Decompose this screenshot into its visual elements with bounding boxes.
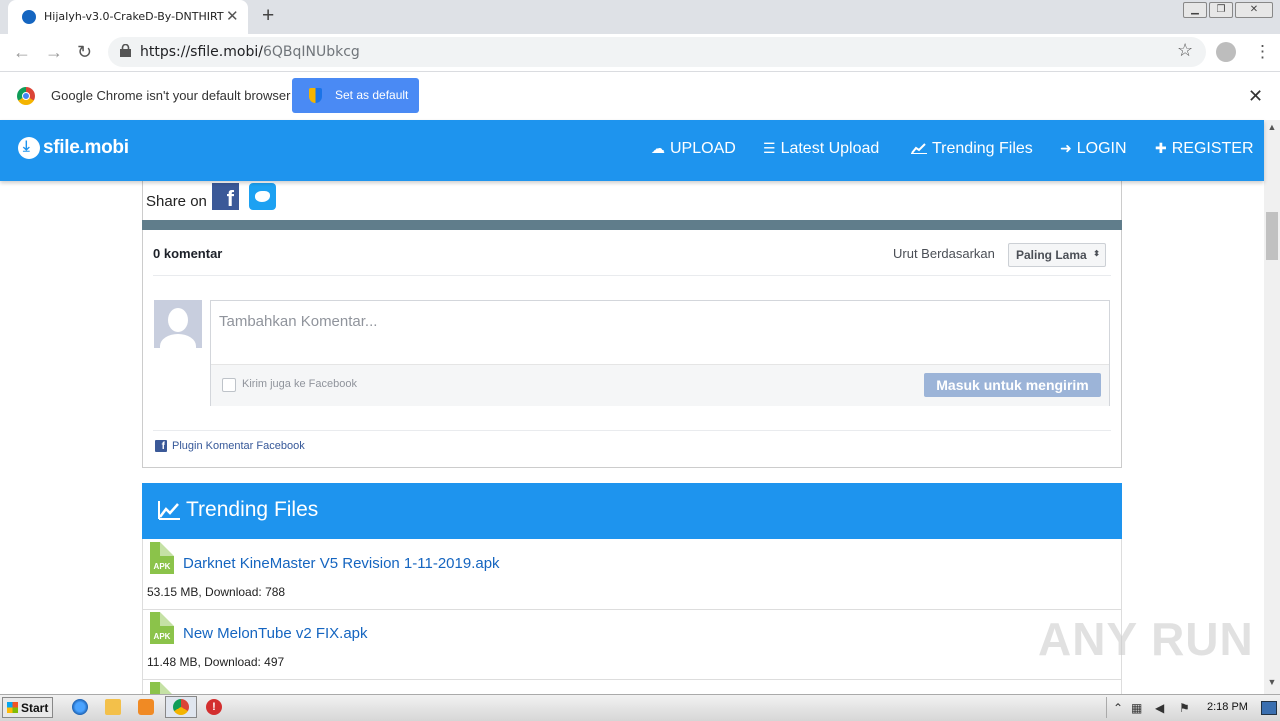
comment-composer-footer: Kirim juga ke Facebook Masuk untuk mengi… — [211, 364, 1109, 406]
browser-tab-strip: HijaIyh-v3.0-CrakeD-By-DNTHIRTEE ✕ + ▁ ❐… — [0, 0, 1280, 34]
list-item: APK Darknet KineMaster V5 Revision 1-11-… — [143, 539, 1121, 610]
new-tab-icon[interactable]: + — [262, 4, 274, 28]
trending-files-title: Trending Files — [186, 498, 319, 521]
facebook-icon: f — [155, 440, 167, 452]
site-logo[interactable]: sfile.mobi — [43, 137, 129, 159]
minimize-window-icon[interactable]: ▁ — [1183, 2, 1207, 18]
list-item: APK New MelonTube v2 FIX.apk 11.48 MB, D… — [143, 609, 1121, 680]
back-icon[interactable]: ← — [13, 42, 31, 63]
system-tray: ⌃ ▦ ◀ ⚑ 2:18 PM — [1106, 697, 1279, 718]
sort-select[interactable]: Paling Lama ⬍ — [1008, 243, 1106, 267]
page-scrollbar[interactable]: ▲ ▼ — [1264, 120, 1280, 694]
tray-expand-icon[interactable]: ⌃ — [1113, 701, 1123, 715]
nav-login[interactable]: ➜ LOGIN — [1060, 140, 1127, 158]
comment-composer: Kirim juga ke Facebook Masuk untuk mengi… — [210, 300, 1110, 406]
chart-line-icon — [158, 501, 180, 520]
windows-taskbar: Start ! ⌃ ▦ ◀ ⚑ 2:18 PM — [0, 694, 1280, 721]
site-header: sfile.mobi ☁UPLOAD ☰Latest Upload Trendi… — [0, 120, 1264, 181]
browser-toolbar: ← → ↻ https://sfile.mobi/6QBqINUbkcg ☆ ⋮ — [0, 34, 1280, 72]
sign-in-icon: ➜ — [1060, 140, 1072, 156]
chart-line-icon — [911, 140, 927, 156]
close-tab-icon[interactable]: ✕ — [226, 7, 239, 25]
volume-icon[interactable]: ◀ — [1155, 701, 1164, 715]
select-arrow-icon: ⬍ — [1093, 249, 1100, 258]
user-plus-icon: ✚ — [1155, 140, 1167, 156]
chrome-taskbar-button[interactable] — [165, 696, 197, 718]
apk-file-icon: APK — [150, 612, 174, 644]
kebab-menu-icon[interactable]: ⋮ — [1254, 42, 1271, 62]
close-infobar-icon[interactable]: ✕ — [1248, 86, 1263, 107]
twitter-share-icon[interactable] — [249, 183, 276, 210]
address-bar[interactable]: https://sfile.mobi/6QBqINUbkcg ☆ — [108, 37, 1206, 67]
scroll-thumb[interactable] — [1266, 212, 1278, 260]
nav-register[interactable]: ✚ REGISTER — [1155, 140, 1254, 158]
post-to-facebook-label: Kirim juga ke Facebook — [242, 378, 357, 390]
divider — [153, 430, 1111, 431]
login-to-post-button[interactable]: Masuk untuk mengirim — [924, 373, 1101, 397]
anyrun-watermark: ANY RUN — [1038, 613, 1254, 665]
post-to-facebook-checkbox[interactable] — [222, 378, 236, 392]
close-window-icon[interactable]: ✕ — [1235, 2, 1273, 18]
share-label: Share on — [146, 193, 207, 210]
network-icon[interactable]: ▦ — [1131, 701, 1142, 715]
comment-count: 0 komentar — [153, 246, 223, 261]
internet-explorer-icon[interactable] — [72, 699, 88, 715]
scroll-up-icon[interactable]: ▲ — [1264, 122, 1280, 132]
profile-avatar-icon[interactable] — [1216, 42, 1236, 62]
chrome-icon — [173, 699, 189, 715]
file-meta: 11.48 MB, Download: 497 — [147, 655, 285, 669]
sort-label: Urut Berdasarkan — [893, 246, 995, 261]
chrome-logo-icon — [17, 87, 35, 105]
divider — [153, 275, 1111, 276]
maximize-window-icon[interactable]: ❐ — [1209, 2, 1233, 18]
default-browser-infobar: Google Chrome isn't your default browser… — [0, 72, 1280, 121]
bookmark-star-icon[interactable]: ☆ — [1177, 40, 1193, 61]
facebook-comments-plugin-link[interactable]: Plugin Komentar Facebook — [172, 440, 305, 452]
scroll-down-icon[interactable]: ▼ — [1264, 677, 1280, 687]
nav-trending-files[interactable]: Trending Files — [911, 140, 1033, 158]
comments-divider-bar — [142, 220, 1122, 230]
uac-shield-icon — [309, 88, 322, 103]
tab-title: HijaIyh-v3.0-CrakeD-By-DNTHIRTEE — [44, 10, 224, 23]
apk-file-icon: APK — [150, 542, 174, 574]
file-link[interactable]: New MelonTube v2 FIX.apk — [183, 625, 368, 642]
taskbar-clock[interactable]: 2:18 PM — [1207, 701, 1248, 713]
start-button[interactable]: Start — [2, 697, 53, 718]
avatar — [154, 300, 202, 348]
forward-icon[interactable]: → — [45, 42, 63, 63]
set-default-button[interactable]: Set as default — [292, 78, 419, 113]
show-desktop-icon[interactable] — [1261, 701, 1277, 715]
file-meta: 53.15 MB, Download: 788 — [147, 585, 286, 599]
url-text: https://sfile.mobi/6QBqINUbkcg — [140, 44, 360, 60]
media-player-icon[interactable] — [138, 699, 154, 715]
nav-upload[interactable]: ☁ UPLOAD — [651, 140, 736, 158]
trending-files-header: Trending Files — [142, 483, 1122, 539]
comment-input[interactable] — [211, 301, 1109, 364]
nav-latest-upload[interactable]: ☰ Latest Upload — [763, 140, 879, 158]
browser-tab[interactable]: HijaIyh-v3.0-CrakeD-By-DNTHIRTEE ✕ — [8, 0, 248, 34]
lock-icon — [120, 44, 131, 57]
favicon-icon — [22, 10, 36, 24]
reload-icon[interactable]: ↻ — [77, 42, 92, 63]
file-link[interactable]: Darknet KineMaster V5 Revision 1-11-2019… — [183, 555, 500, 572]
trending-files-list: APK Darknet KineMaster V5 Revision 1-11-… — [142, 539, 1122, 699]
list-icon: ☰ — [763, 140, 776, 156]
action-center-flag-icon[interactable]: ⚑ — [1179, 701, 1190, 715]
warning-app-icon[interactable]: ! — [206, 699, 222, 715]
file-explorer-icon[interactable] — [105, 699, 121, 715]
infobar-message: Google Chrome isn't your default browser — [51, 88, 291, 103]
download-logo-icon — [18, 137, 40, 159]
facebook-share-icon[interactable]: f — [212, 183, 239, 211]
cloud-upload-icon: ☁ — [651, 140, 665, 156]
